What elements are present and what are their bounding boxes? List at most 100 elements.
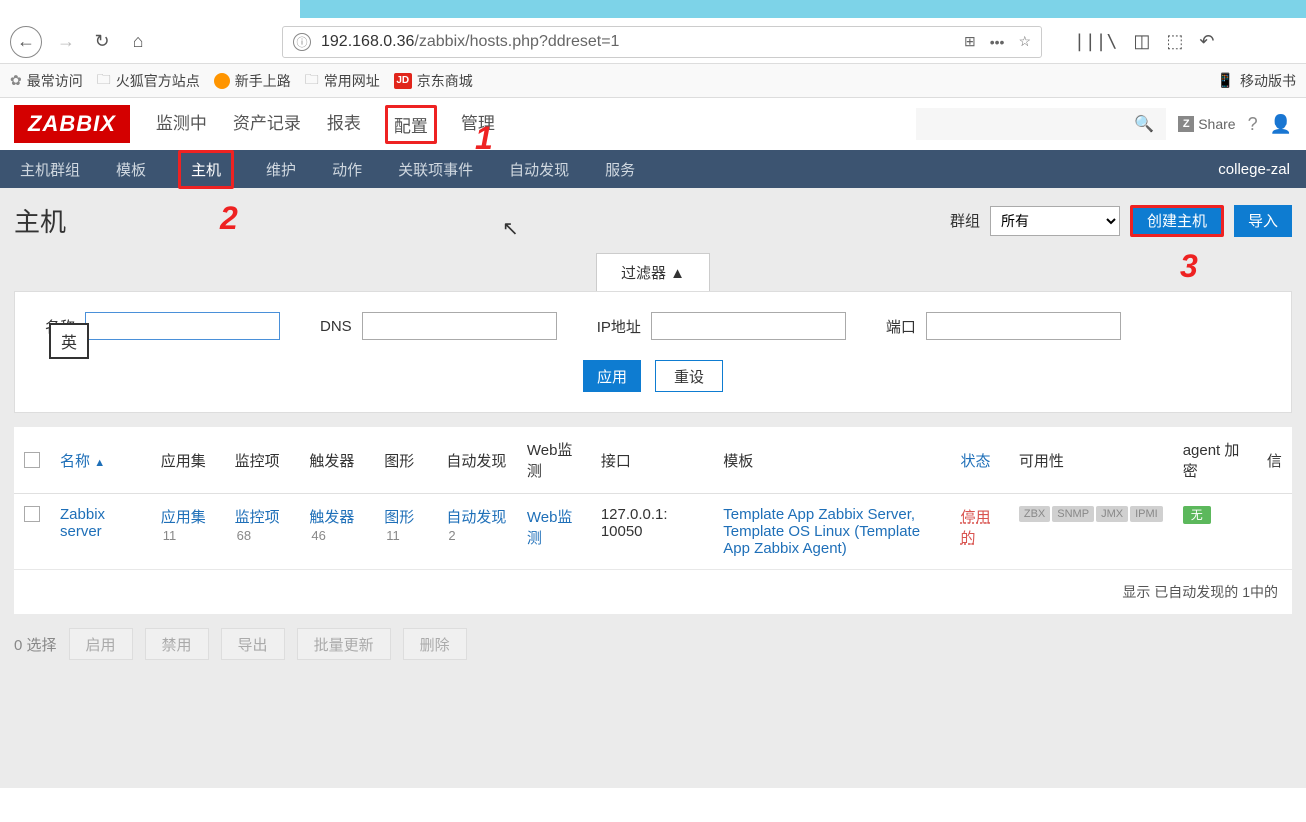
screenshot-icon[interactable]: ⬚ [1166,31,1183,52]
cursor-icon: ↖ [502,216,519,241]
zabbix-logo[interactable]: ZABBIX [14,105,130,143]
subnav-actions[interactable]: 动作 [328,151,366,188]
th-info: 信 [1257,427,1292,494]
bookmark-most-visited[interactable]: ✿ 最常访问 [10,71,83,91]
avail-zbx-badge: ZBX [1019,506,1050,522]
site-info-icon[interactable]: ⓘ [293,33,311,51]
applications-count: 11 [163,528,177,543]
tab-strip-accent [300,0,1306,18]
filter-reset-button[interactable]: 重设 [655,360,723,392]
subnav-services[interactable]: 服务 [601,151,639,188]
th-applications: 应用集 [151,427,225,494]
bookmark-label: 新手上路 [235,71,291,91]
items-count: 68 [237,528,251,543]
z-icon: Z [1178,116,1194,132]
mobile-label: 移动版书 [1240,71,1296,91]
bookmark-label: 常用网址 [324,71,380,91]
filter-port-input[interactable] [926,312,1121,340]
filter-name-input[interactable] [85,312,280,340]
th-discovery: 自动发现 [436,427,517,494]
url-bar[interactable]: ⓘ 192.168.0.36/zabbix/hosts.php?ddreset=… [282,26,1042,58]
user-icon[interactable]: 👤 [1270,114,1292,135]
back-button[interactable]: ← [10,26,42,58]
sidebar-icon[interactable]: ◫ [1133,31,1150,52]
nav-inventory[interactable]: 资产记录 [231,105,303,144]
status-link[interactable]: 停用的 [960,509,990,547]
filter-port-label: 端口 [886,316,916,337]
subnav-discovery[interactable]: 自动发现 [505,151,573,188]
page-header-right: 群组 所有 创建主机 导入 [950,205,1292,237]
interface-cell: 127.0.0.1: 10050 [591,494,713,570]
filter-row: 名称 英 DNS IP地址 端口 [45,312,1261,340]
share-button[interactable]: Z Share [1178,116,1235,132]
url-text: 192.168.0.36/zabbix/hosts.php?ddreset=1 [321,33,964,51]
filter-tab[interactable]: 过滤器 ▲ [596,253,710,291]
filter-dns-input[interactable] [362,312,557,340]
filter-ip-label: IP地址 [597,316,641,337]
bookmarks-right[interactable]: 📱 移动版书 [1217,71,1296,91]
bookmark-firefox-official[interactable]: 🗀 火狐官方站点 [97,69,200,93]
graphs-link[interactable]: 图形 [384,509,414,526]
toolbar-right: |||\ ◫ ⬚ ↶ [1074,31,1214,52]
availability-badges: ZBX SNMP JMX IPMI [1019,506,1163,522]
subnav-correlation[interactable]: 关联项事件 [394,151,477,188]
avail-snmp-badge: SNMP [1052,506,1094,522]
bookmark-jd[interactable]: JD 京东商城 [394,71,473,91]
disable-button: 禁用 [145,628,209,660]
reload-button[interactable]: ↻ [90,30,114,54]
star-icon: ✿ [10,72,22,89]
th-graphs: 图形 [374,427,436,494]
qr-icon[interactable]: ⊞ [964,33,976,50]
bookmark-label: 京东商城 [417,71,473,91]
bookmark-star-icon[interactable]: ☆ [1018,33,1031,50]
bookmark-common-sites[interactable]: 🗀 常用网址 [305,69,380,93]
filter-ip-input[interactable] [651,312,846,340]
th-triggers: 触发器 [299,427,374,494]
applications-link[interactable]: 应用集 [161,509,206,526]
selected-count: 0 选择 [14,634,57,655]
discovery-link[interactable]: 自动发现 [446,509,506,526]
ime-badge: 英 [49,323,89,359]
nav-reports[interactable]: 报表 [325,105,363,144]
subnav-hosts[interactable]: 主机 [178,150,234,189]
th-web: Web监测 [517,427,591,494]
th-interface: 接口 [591,427,713,494]
filter-buttons: 应用 重设 [45,360,1261,392]
create-host-button[interactable]: 创建主机 [1130,205,1224,237]
items-link[interactable]: 监控项 [235,509,280,526]
main-nav: 监测中 资产记录 报表 配置 管理 [154,105,497,144]
nav-configuration[interactable]: 配置 [385,105,437,144]
subnav-maintenance[interactable]: 维护 [262,151,300,188]
url-path: /zabbix/hosts.php?ddreset=1 [414,33,619,50]
forward-button[interactable]: → [54,30,78,54]
browser-toolbar: ← → ↻ ⌂ ⓘ 192.168.0.36/zabbix/hosts.php?… [0,20,1306,64]
th-name[interactable]: 名称 ▲ [50,427,151,494]
share-label: Share [1198,116,1235,132]
filter-apply-button[interactable]: 应用 [583,360,641,392]
annotation-2: 2 [220,200,238,237]
web-link[interactable]: Web监测 [527,509,573,547]
subnav-templates[interactable]: 模板 [112,151,150,188]
templates-cell[interactable]: Template App Zabbix Server, Template OS … [723,506,920,557]
triggers-link[interactable]: 触发器 [309,509,354,526]
select-all-checkbox[interactable] [24,452,40,468]
home-button[interactable]: ⌂ [126,30,150,54]
table-footer-text: 显示 已自动发现的 1中的 [14,570,1292,614]
undo-icon[interactable]: ↶ [1199,31,1214,52]
filter-port-field: 端口 [886,312,1121,340]
row-checkbox[interactable] [24,506,40,522]
host-name-link[interactable]: Zabbix server [60,506,105,540]
ellipsis-icon[interactable]: ••• [990,34,1005,50]
import-button[interactable]: 导入 [1234,205,1292,237]
subnav-host-groups[interactable]: 主机群组 [16,151,84,188]
group-select[interactable]: 所有 [990,206,1120,236]
th-status[interactable]: 状态 [950,427,1008,494]
discovery-count: 2 [448,528,455,543]
nav-monitoring[interactable]: 监测中 [154,105,209,144]
triggers-count: 46 [311,528,325,543]
search-box[interactable]: 🔍 [916,108,1166,140]
bookmark-new-to-firefox[interactable]: 新手上路 [214,71,291,91]
library-icon[interactable]: |||\ [1074,31,1117,52]
help-icon[interactable]: ? [1248,114,1258,135]
browser-tab-bar [0,0,1306,20]
